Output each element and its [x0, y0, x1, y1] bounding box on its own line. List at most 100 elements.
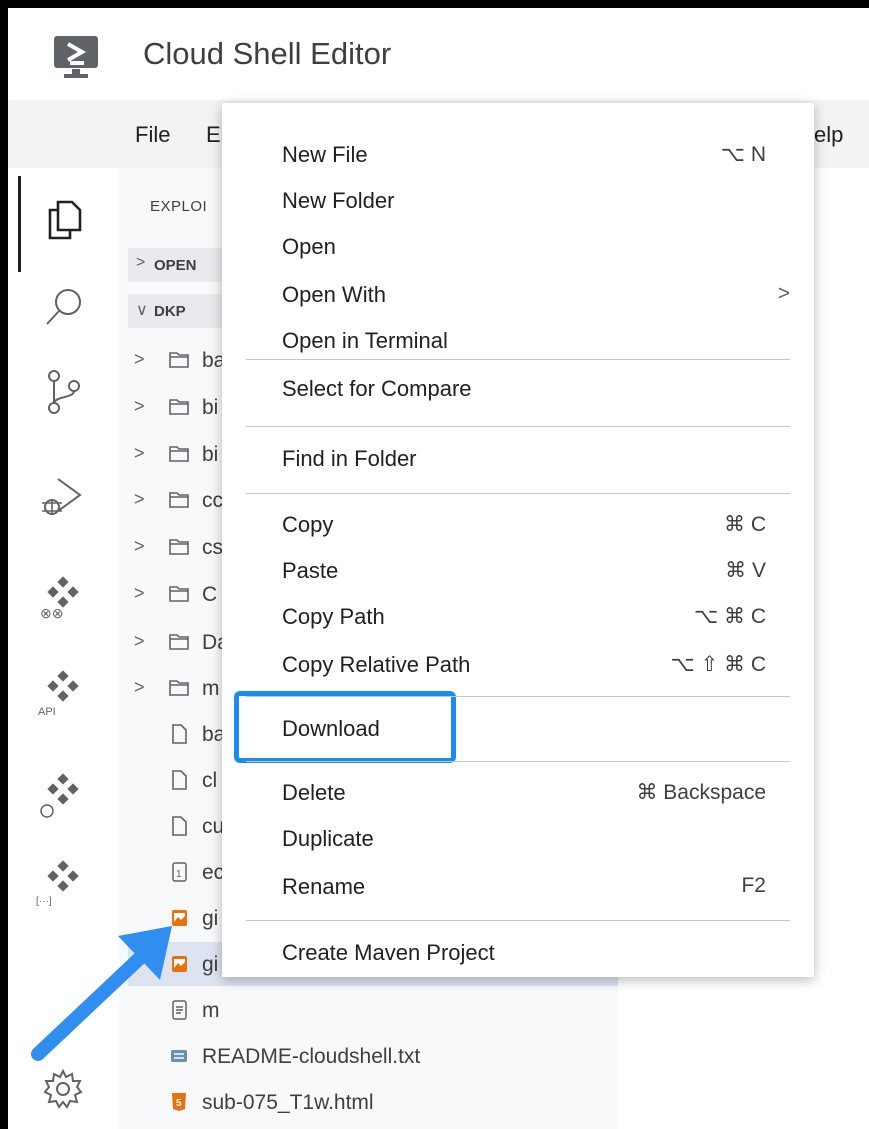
menu-item-open-in-terminal[interactable]: Open in Terminal [222, 319, 814, 363]
api-label: API [38, 706, 56, 718]
tree-item-label: m [202, 677, 220, 700]
chevron-right-icon: > [134, 396, 145, 416]
secret-manager-icon[interactable] [38, 773, 88, 819]
tree-item-label: cl [202, 769, 218, 792]
menu-item-rename[interactable]: Rename F2 [222, 865, 814, 909]
title-bar: Cloud Shell Editor [8, 8, 869, 100]
chevron-right-icon: > [134, 583, 145, 603]
menu-help[interactable]: elp [814, 122, 843, 148]
tree-item-label: README-cloudshell.txt [202, 1045, 421, 1068]
menu-item-label: Download [282, 716, 380, 741]
menu-item-label: Copy [282, 512, 334, 537]
svg-text:5: 5 [176, 1098, 182, 1109]
annotation-arrow-icon [31, 926, 172, 1061]
menu-item-select-for-compare[interactable]: Select for Compare [222, 367, 814, 411]
menu-item-copy[interactable]: Copy ⌘ C [222, 503, 814, 547]
chevron-right-icon: > [134, 536, 145, 556]
svg-text:⊗⊗: ⊗⊗ [40, 605, 63, 621]
context-menu: New File ⌥ N New Folder Open Open With > Open … [222, 103, 814, 977]
menu-item-label: Find in Folder [282, 446, 417, 471]
menu-item-shortcut: ⌥ ⌘ C [693, 605, 766, 628]
app-title: Cloud Shell Editor [143, 36, 392, 71]
menu-item-download[interactable]: Download [222, 707, 814, 751]
tree-item-label: cc [202, 489, 223, 512]
chevron-right-icon: > [134, 443, 145, 463]
chevron-right-icon: > [134, 677, 145, 697]
active-indicator [18, 176, 21, 272]
submenu-chevron-icon: > [777, 282, 790, 305]
file-file-icon [168, 723, 190, 745]
tree-item-label: ec [202, 861, 225, 884]
menu-item-label: Open With [282, 282, 386, 307]
menu-item-label: Copy Path [282, 604, 385, 629]
menu-item-open[interactable]: Open [222, 225, 814, 269]
menu-separator [246, 493, 790, 494]
menu-item-shortcut: ⌘ Backspace [636, 781, 766, 804]
menu-item-label: Duplicate [282, 826, 374, 851]
svg-text:1: 1 [176, 869, 182, 880]
menu-item-label: Delete [282, 780, 346, 805]
menu-item-label: New File [282, 142, 368, 167]
menu-item-create-maven-project[interactable]: Create Maven Project [222, 931, 814, 975]
folder-icon [168, 489, 190, 511]
menu-item-paste[interactable]: Paste ⌘ V [222, 549, 814, 593]
menu-edit[interactable]: E [206, 122, 221, 148]
bracket-label: [···] [36, 896, 52, 907]
menu-item-label: Select for Compare [282, 376, 472, 401]
tree-item-label: bi [202, 396, 219, 419]
tree-item-label: C [202, 583, 218, 606]
menu-item-shortcut: F2 [741, 874, 766, 897]
file-file-icon [168, 769, 190, 791]
menu-item-label: New Folder [282, 188, 395, 213]
menu-item-label: Open in Terminal [282, 328, 448, 353]
menu-item-duplicate[interactable]: Duplicate [222, 817, 814, 861]
menu-file[interactable]: File [135, 122, 170, 148]
menu-item-new-folder[interactable]: New Folder [222, 179, 814, 223]
files-icon[interactable] [44, 198, 84, 242]
folder-icon [168, 349, 190, 371]
tree-item-label: cu [202, 815, 225, 838]
run-debug-icon[interactable] [38, 473, 88, 521]
chevron-right-icon: > [134, 489, 145, 509]
menu-item-find-in-folder[interactable]: Find in Folder [222, 437, 814, 481]
menu-separator [246, 696, 790, 697]
tree-item-label: cs [202, 536, 223, 559]
menu-item-label: Paste [282, 558, 339, 583]
menu-item-delete[interactable]: Delete ⌘ Backspace [222, 771, 814, 815]
chevron-right-icon: > [136, 254, 146, 271]
folder-icon [168, 396, 190, 418]
menu-item-shortcut: ⌘ V [725, 559, 766, 582]
bracket-icon[interactable] [38, 860, 88, 894]
api-icon[interactable] [38, 670, 88, 704]
folder-icon [168, 631, 190, 653]
menu-separator [246, 426, 790, 427]
html-file-icon: 5 [168, 1091, 190, 1113]
menu-item-copy-path[interactable]: Copy Path ⌥ ⌘ C [222, 595, 814, 639]
menu-item-open-with[interactable]: Open With > [222, 273, 814, 317]
menu-separator [246, 920, 790, 921]
cloud-shell-logo-icon [54, 36, 98, 78]
file-row[interactable]: 5 sub-075_T1w.html [128, 1080, 618, 1124]
cloud-code-icon[interactable]: ⊗⊗ [38, 576, 88, 622]
chevron-right-icon: > [134, 349, 145, 369]
source-control-icon[interactable] [44, 368, 84, 416]
folder-icon [168, 536, 190, 558]
menu-item-new-file[interactable]: New File ⌥ N [222, 133, 814, 177]
workspace-label: DKP [154, 303, 186, 320]
open-editors-label: OPEN [154, 257, 197, 274]
menu-item-copy-relative-path[interactable]: Copy Relative Path ⌥ ⇧ ⌘ C [222, 643, 814, 687]
folder-icon [168, 677, 190, 699]
settings-gear-icon[interactable] [42, 1068, 84, 1110]
tree-item-label: bi [202, 443, 219, 466]
menu-item-label: Create Maven Project [282, 940, 495, 965]
folder-icon [168, 443, 190, 465]
menu-item-label: Open [282, 234, 336, 259]
chevron-down-icon: ∨ [136, 302, 148, 319]
cloud-shell-editor-window: Cloud Shell Editor File E elp ⊗⊗ API [··… [8, 8, 869, 1129]
menu-item-label: Copy Relative Path [282, 652, 471, 677]
explorer-title: EXPLOI [150, 198, 208, 215]
menu-item-shortcut: ⌘ C [724, 513, 766, 536]
menu-item-shortcut: ⌥ ⇧ ⌘ C [670, 653, 766, 676]
menu-item-shortcut: ⌥ N [720, 143, 766, 166]
search-icon[interactable] [42, 286, 86, 330]
